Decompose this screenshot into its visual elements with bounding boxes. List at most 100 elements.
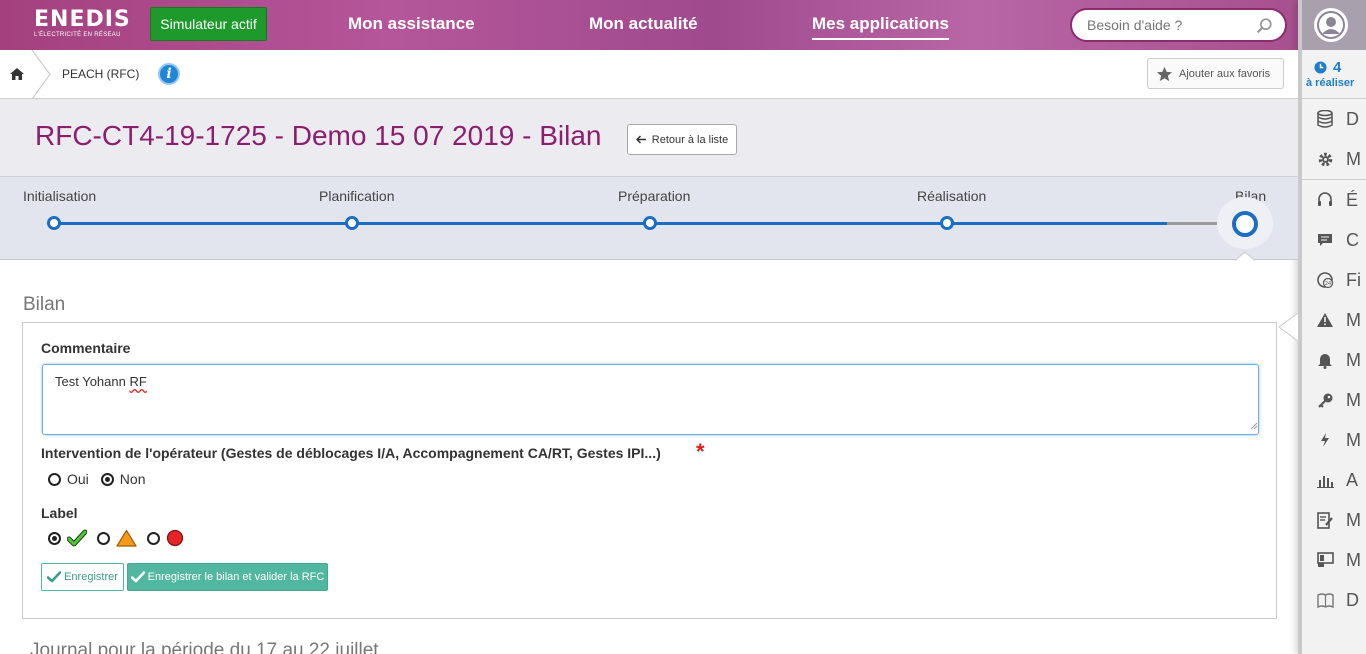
info-icon[interactable]: i xyxy=(158,63,180,85)
database-icon xyxy=(1316,110,1334,128)
workflow-stepper: Initialisation Planification Préparation… xyxy=(0,176,1298,260)
radio-non-label[interactable]: Non xyxy=(120,471,146,487)
breadcrumb: PEACH (RFC) i Ajouter aux favoris xyxy=(0,50,1298,99)
nav-mon-assistance[interactable]: Mon assistance xyxy=(348,14,475,34)
sidebar-item-terminal[interactable]: M xyxy=(1302,540,1366,580)
help-search-input[interactable] xyxy=(1087,17,1247,33)
step-dot-realisation[interactable] xyxy=(940,216,954,230)
arrow-left-icon xyxy=(635,135,646,144)
sidebar-item-edit[interactable]: M xyxy=(1302,500,1366,540)
step-label-preparation: Préparation xyxy=(618,188,691,204)
intervention-radio-group: Oui Non xyxy=(48,471,145,487)
sidebar-item-label: A xyxy=(1346,469,1359,490)
sidebar-item-alerts[interactable]: M xyxy=(1302,300,1366,340)
user-avatar-block[interactable] xyxy=(1302,0,1366,50)
check-green-icon xyxy=(67,529,87,547)
radio-label-green[interactable] xyxy=(48,531,61,545)
svg-text:24: 24 xyxy=(1324,281,1330,287)
book-icon xyxy=(1316,591,1334,609)
sidebar-item-label: D xyxy=(1346,589,1359,610)
todo-label: à réaliser xyxy=(1306,77,1355,89)
step-label-realisation: Réalisation xyxy=(917,188,987,204)
lightning-icon xyxy=(1316,431,1334,449)
comment-text-first: Test Yohann xyxy=(55,374,130,389)
breadcrumb-separator-icon xyxy=(31,50,51,99)
save-and-validate-button[interactable]: Enregistrer le bilan et valider la RFC xyxy=(127,563,328,591)
sidebar-item-docs[interactable]: D xyxy=(1302,580,1366,620)
stepper-track-done xyxy=(54,222,1167,225)
check-icon xyxy=(47,571,62,583)
save-button-label: Enregistrer xyxy=(64,571,118,583)
check-icon xyxy=(130,571,145,583)
required-marker: * xyxy=(696,439,705,464)
step-dot-planification[interactable] xyxy=(345,216,359,230)
comment-label: Commentaire xyxy=(41,340,131,356)
sidebar-item-label: É xyxy=(1346,189,1359,210)
step-dot-bilan[interactable] xyxy=(1232,211,1258,237)
user-icon xyxy=(1317,11,1345,39)
back-to-list-label: Retour à la liste xyxy=(651,133,729,146)
stepper-pointer xyxy=(1235,251,1255,261)
sidebar-item-notifications[interactable]: M xyxy=(1302,340,1366,380)
nav-mon-actualite[interactable]: Mon actualité xyxy=(589,14,698,34)
clock-icon xyxy=(1314,61,1327,74)
radio-oui[interactable] xyxy=(48,472,61,486)
simulator-active-button[interactable]: Simulateur actif xyxy=(150,7,267,41)
panel-pointer xyxy=(1278,313,1298,341)
sidebar-item-label: D xyxy=(1346,108,1359,129)
sidebar-item-power[interactable]: M xyxy=(1302,420,1366,460)
step-dot-preparation[interactable] xyxy=(643,216,657,230)
sidebar-item-messages[interactable]: C xyxy=(1302,220,1366,260)
page-title: RFC-CT4-19-1725 - Demo 15 07 2019 - Bila… xyxy=(35,120,602,151)
avatar[interactable] xyxy=(1314,8,1348,42)
enedis-logo[interactable]: ENEDIS L'ÉLECTRICITÉ EN RÉSEAU xyxy=(34,7,131,39)
sidebar-item-support[interactable]: É xyxy=(1302,180,1366,220)
section-title-bilan: Bilan xyxy=(23,294,66,315)
sidebar-item-label: Fi xyxy=(1346,269,1361,290)
breadcrumb-app[interactable]: PEACH (RFC) xyxy=(62,67,139,81)
sidebar-item-24h[interactable]: 24 Fi xyxy=(1302,260,1366,300)
label-field-title: Label xyxy=(41,505,78,521)
sidebar-item-access[interactable]: M xyxy=(1302,380,1366,420)
radio-label-orange[interactable] xyxy=(97,531,110,545)
search-icon[interactable] xyxy=(1255,17,1273,35)
warning-icon xyxy=(1316,311,1334,329)
bar-chart-icon xyxy=(1316,471,1334,489)
sidebar-item-database[interactable]: D xyxy=(1302,99,1366,139)
radio-oui-label[interactable]: Oui xyxy=(67,471,89,487)
resize-handle-icon[interactable] xyxy=(1250,422,1258,430)
edit-doc-icon xyxy=(1316,511,1334,529)
sidebar-item-label: M xyxy=(1346,509,1361,530)
sidebar-item-label: C xyxy=(1346,229,1359,250)
bell-icon xyxy=(1316,351,1334,369)
clock-24-icon: 24 xyxy=(1316,271,1334,289)
help-search-box xyxy=(1070,8,1287,42)
sidebar-item-label: M xyxy=(1346,349,1361,370)
save-and-validate-label: Enregistrer le bilan et valider la RFC xyxy=(147,571,325,583)
nav-mes-applications[interactable]: Mes applications xyxy=(812,14,949,40)
key-icon xyxy=(1316,391,1334,409)
radio-label-red[interactable] xyxy=(147,531,160,545)
step-label-planification: Planification xyxy=(319,188,395,204)
warning-orange-icon xyxy=(116,529,137,547)
back-to-list-button[interactable]: Retour à la liste xyxy=(627,124,737,155)
logo-word: ENEDIS xyxy=(34,7,131,32)
step-dot-initialisation[interactable] xyxy=(47,216,61,230)
sidebar-item-settings[interactable]: M xyxy=(1302,139,1366,179)
right-sidebar: 4 à réaliser D M É C 24 Fi M M M M A M M… xyxy=(1298,0,1366,654)
radio-non[interactable] xyxy=(100,472,114,486)
headset-icon xyxy=(1316,191,1334,209)
todo-counter[interactable]: 4 à réaliser xyxy=(1302,50,1366,98)
sidebar-item-label: M xyxy=(1346,389,1361,410)
intervention-label: Intervention de l'opérateur (Gestes de d… xyxy=(41,445,661,461)
logo-tagline: L'ÉLECTRICITÉ EN RÉSEAU xyxy=(34,32,121,38)
sidebar-item-label: M xyxy=(1346,429,1361,450)
save-button[interactable]: Enregistrer xyxy=(41,563,124,591)
add-favorite-button[interactable]: Ajouter aux favoris xyxy=(1147,58,1284,89)
home-icon[interactable] xyxy=(8,66,26,82)
sidebar-item-analytics[interactable]: A xyxy=(1302,460,1366,500)
bilan-form-panel: Commentaire Test Yohann RF Intervention … xyxy=(22,322,1277,619)
comment-textarea[interactable]: Test Yohann RF xyxy=(42,364,1259,435)
sidebar-item-label: M xyxy=(1346,549,1361,570)
chat-icon xyxy=(1316,231,1334,249)
